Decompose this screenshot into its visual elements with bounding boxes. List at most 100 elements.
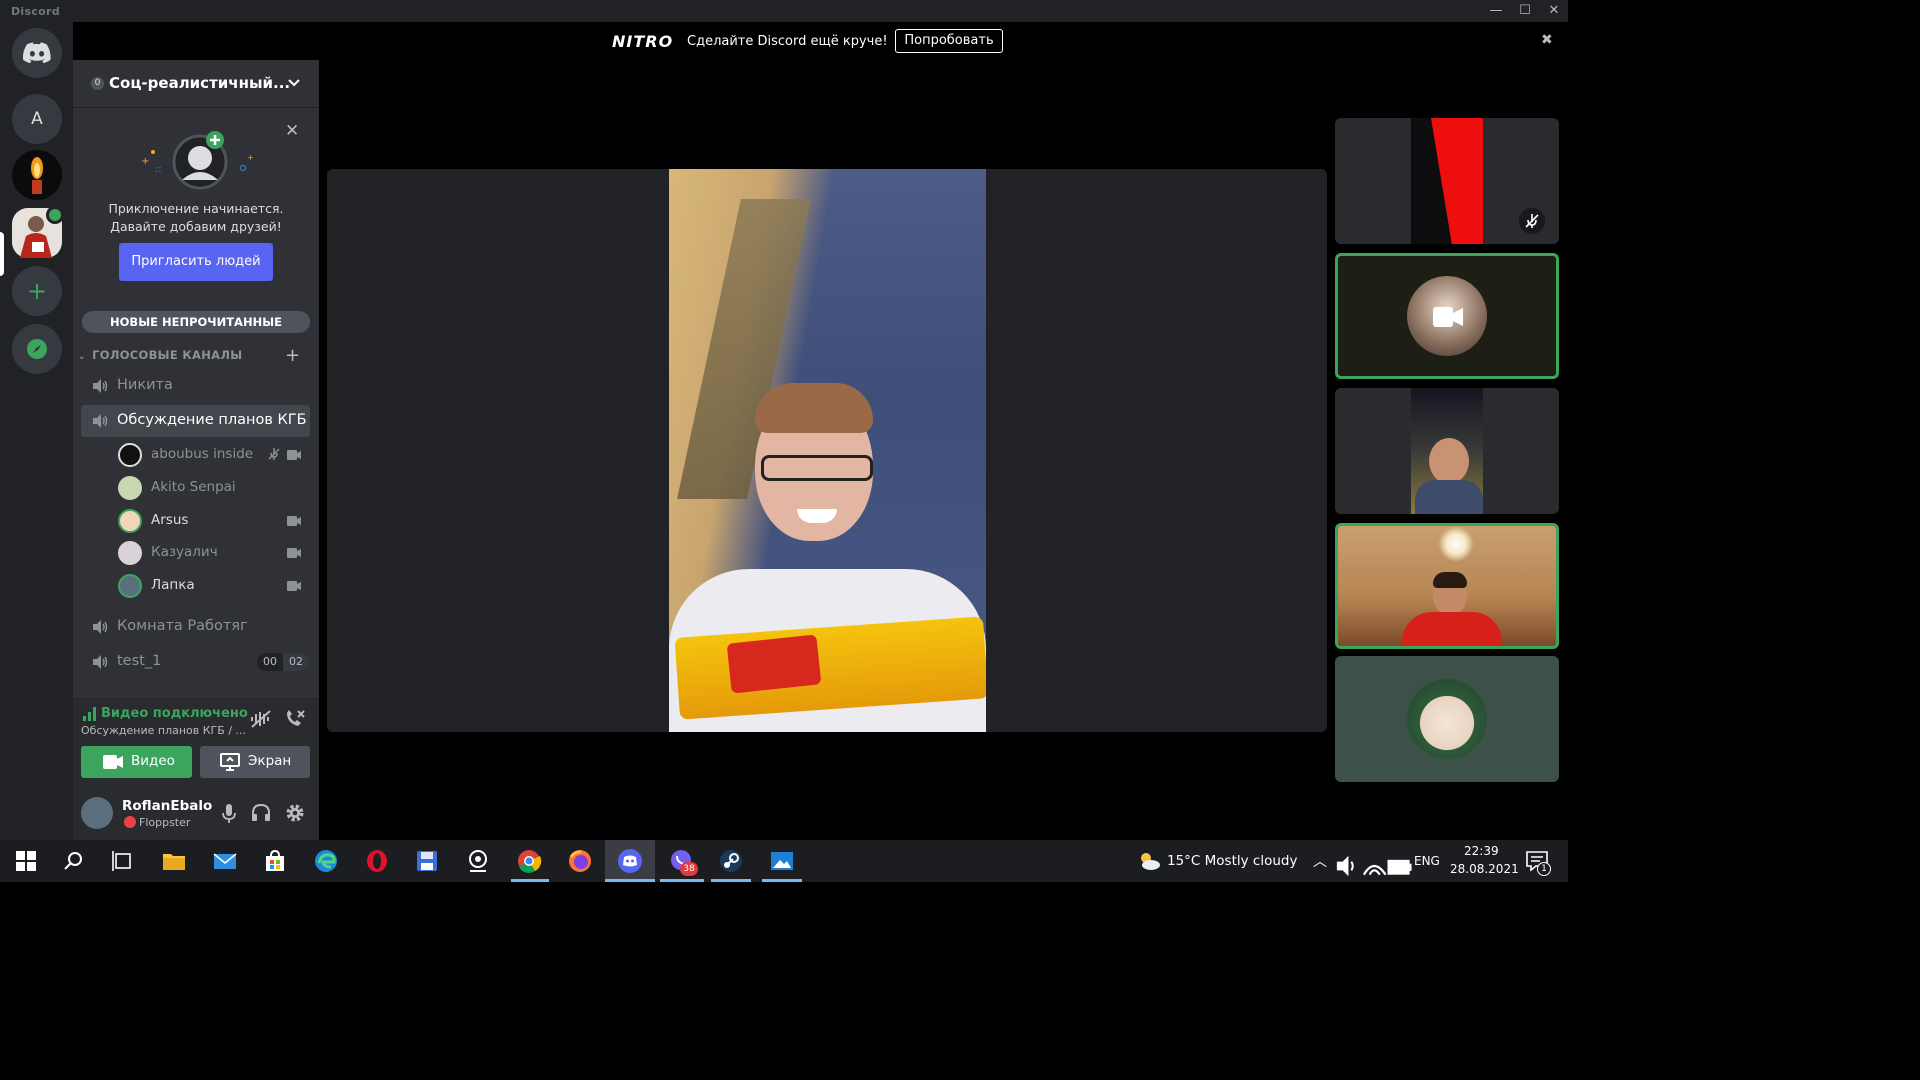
voice-channel-kgb[interactable]: Обсуждение планов КГБ xyxy=(81,405,310,437)
nitro-logo: NITRO xyxy=(612,32,674,51)
close-window-button[interactable]: ✕ xyxy=(1540,2,1568,20)
voice-channel-nikita[interactable]: Никита xyxy=(81,370,310,402)
custom-status: Floppster xyxy=(139,816,191,829)
firefox-browser-icon[interactable] xyxy=(567,848,593,874)
headphones-icon[interactable] xyxy=(251,804,271,822)
screen-share-button[interactable]: Экран xyxy=(200,746,310,778)
video-camera-icon xyxy=(287,516,301,526)
chrome-open-indicator xyxy=(511,879,549,882)
member-name: Казуалич xyxy=(151,544,218,560)
input-language[interactable]: ENG xyxy=(1414,854,1440,868)
nitro-close-icon[interactable]: ✖ xyxy=(1541,32,1553,48)
wifi-icon[interactable] xyxy=(1361,853,1387,879)
app-gauge-icon[interactable] xyxy=(465,848,491,874)
chevron-down-icon[interactable] xyxy=(287,76,301,90)
signal-bars-icon[interactable] xyxy=(83,707,99,721)
store-icon[interactable] xyxy=(262,848,288,874)
windows-start-icon[interactable] xyxy=(13,848,39,874)
video-button[interactable]: Видео xyxy=(81,746,192,778)
voice-member[interactable]: Arsus xyxy=(118,507,310,535)
focused-video-tile[interactable] xyxy=(327,169,1327,732)
svg-text:+: + xyxy=(141,156,149,167)
gear-icon[interactable] xyxy=(285,803,305,823)
photos-icon[interactable] xyxy=(769,848,795,874)
clock-time[interactable]: 22:39 xyxy=(1464,844,1499,858)
invite-close-icon[interactable]: ✕ xyxy=(285,121,299,141)
server-a-button[interactable]: A xyxy=(12,94,62,144)
voice-category-header[interactable]: ⌄ ГОЛОСОВЫЕ КАНАЛЫ + xyxy=(78,345,314,366)
new-unreads-pill[interactable]: НОВЫЕ НЕПРОЧИТАННЫЕ xyxy=(82,311,310,333)
edge-browser-icon[interactable] xyxy=(313,848,339,874)
task-view-icon[interactable] xyxy=(110,848,136,874)
participant-video-stream xyxy=(1411,118,1483,244)
explore-servers-button[interactable] xyxy=(12,324,62,374)
disconnect-call-icon[interactable] xyxy=(284,709,306,729)
nitro-try-button[interactable]: Попробовать xyxy=(895,29,1003,53)
save-disk-icon[interactable] xyxy=(414,848,440,874)
voice-member[interactable]: aboubus inside xyxy=(118,441,310,469)
voice-channel-label: Обсуждение планов КГБ xyxy=(117,412,307,428)
viber-open-indicator xyxy=(660,879,704,882)
voice-channel-test1[interactable]: test_1 00 02 xyxy=(81,646,310,678)
invite-line-1: Приключение начинается. xyxy=(108,201,284,216)
username[interactable]: RoflanEbalo xyxy=(122,798,212,814)
weather-cloudy-icon[interactable] xyxy=(1136,848,1162,874)
nitro-banner: NITRO Сделайте Discord ещё круче! Попроб… xyxy=(0,22,1568,60)
voice-member[interactable]: Лапка xyxy=(118,572,310,600)
voice-member[interactable]: Казуалич xyxy=(118,539,310,567)
notification-count-badge: 1 xyxy=(1537,862,1551,876)
member-name: Arsus xyxy=(151,512,189,528)
video-call-area xyxy=(319,60,1568,840)
minimize-button[interactable]: — xyxy=(1482,2,1510,20)
video-camera-icon xyxy=(103,755,123,769)
voice-channel-label: Никита xyxy=(117,377,173,393)
invite-message: Приключение начинается. Давайте добавим … xyxy=(73,200,319,236)
add-channel-icon[interactable]: + xyxy=(285,345,300,366)
participant-hair xyxy=(1433,572,1467,588)
battery-icon[interactable] xyxy=(1387,855,1413,881)
volume-icon[interactable] xyxy=(1334,853,1360,879)
invite-people-button[interactable]: Пригласить людей xyxy=(119,243,273,281)
user-avatar[interactable] xyxy=(81,797,113,829)
maximize-button[interactable]: ☐ xyxy=(1511,2,1539,20)
clock-date[interactable]: 28.08.2021 xyxy=(1450,862,1519,876)
user-count: 00 xyxy=(263,655,277,668)
participant-tile[interactable] xyxy=(1335,388,1559,514)
file-explorer-icon[interactable] xyxy=(161,848,187,874)
member-name: Akito Senpai xyxy=(151,479,236,495)
video-camera-icon xyxy=(1433,307,1463,327)
video-button-label: Видео xyxy=(131,753,175,769)
participant-tile[interactable] xyxy=(1335,523,1559,649)
voice-member[interactable]: Akito Senpai xyxy=(118,474,310,502)
weather-text[interactable]: 15°C Mostly cloudy xyxy=(1167,853,1297,869)
steam-icon[interactable] xyxy=(718,848,744,874)
microphone-icon[interactable] xyxy=(222,804,236,824)
mail-icon[interactable] xyxy=(212,848,238,874)
speaker-icon xyxy=(93,655,108,669)
add-server-button[interactable]: + xyxy=(12,266,62,316)
server-current-button[interactable] xyxy=(12,206,64,258)
discord-taskbar-icon[interactable] xyxy=(617,848,643,874)
svg-text:+: + xyxy=(247,153,254,162)
opera-browser-icon[interactable] xyxy=(364,848,390,874)
tray-chevron-icon[interactable]: ︿ xyxy=(1313,851,1327,871)
discord-home-button[interactable] xyxy=(12,28,62,78)
invite-line-2: Давайте добавим друзей! xyxy=(110,219,282,234)
user-limit-counter: 00 02 xyxy=(257,653,309,671)
screen-share-icon xyxy=(220,753,240,771)
voice-status[interactable]: Видео подключено xyxy=(101,706,248,721)
viber-badge: 38 xyxy=(680,862,698,876)
voice-channel-path[interactable]: Обсуждение планов КГБ / ... xyxy=(81,724,246,737)
voice-channel-rabotyag[interactable]: Комната Работяг xyxy=(81,611,310,643)
participant-tile[interactable] xyxy=(1335,118,1559,244)
search-icon[interactable] xyxy=(61,848,87,874)
noise-suppression-icon[interactable] xyxy=(250,709,272,729)
server-candle-button[interactable] xyxy=(12,150,62,200)
invite-card: ✕ + :: + Приключение начинается. Давайте… xyxy=(73,112,319,300)
participant-tile[interactable] xyxy=(1335,656,1559,782)
guild-header[interactable]: 0 Соц-реалистичный... xyxy=(73,60,319,108)
avatar xyxy=(118,541,142,565)
chrome-browser-icon[interactable] xyxy=(516,848,542,874)
guild-name[interactable]: Соц-реалистичный... xyxy=(109,74,290,92)
participant-tile[interactable] xyxy=(1335,253,1559,379)
